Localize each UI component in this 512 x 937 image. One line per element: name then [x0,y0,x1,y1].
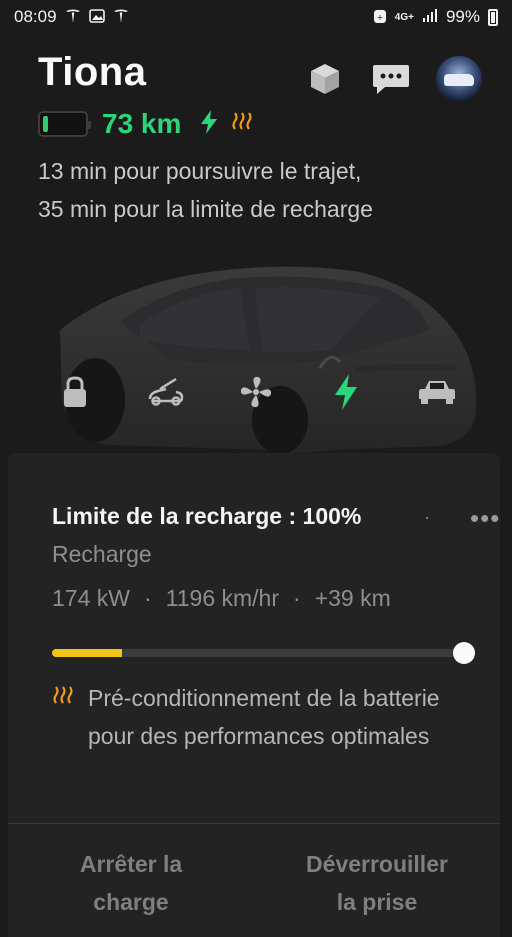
charging-actions: Arrêter la charge Déverrouiller la prise [8,845,500,921]
charge-limit-slider[interactable] [52,642,475,664]
charge-rate: 1196 km/hr [165,585,280,611]
slider-progress [52,649,122,657]
tesla-logo-icon [113,8,129,27]
preconditioning-note: Pré-conditionnement de la batterie pour … [52,679,488,755]
avatar[interactable] [436,56,482,102]
signal-icon [422,8,438,26]
battery-saver-icon: + [373,8,387,27]
range-row: 73 km [38,108,255,140]
eta-line-1: 13 min pour poursuivre le trajet, [38,158,362,184]
charge-bolt-icon[interactable] [324,372,368,412]
unlock-port-button[interactable]: Déverrouiller la prise [254,845,500,921]
lock-icon[interactable] [53,372,97,412]
charging-panel: Limite de la recharge : 100% · ••• Recha… [8,453,500,937]
limit-separator: · [424,507,430,527]
eta-line-2: 35 min pour la limite de recharge [38,196,373,222]
header: Tiona [38,50,482,102]
fan-icon[interactable] [234,372,278,412]
tesla-logo-icon [65,8,81,27]
bolt-icon [199,109,219,140]
charging-status: Recharge [52,541,152,567]
eta-text: 13 min pour poursuivre le trajet, 35 min… [38,152,373,228]
car-image [0,250,512,460]
battery-percent: 99% [445,7,480,26]
battery-heat-icon [52,685,76,755]
charge-limit-label[interactable]: Limite de la recharge : 100% [52,503,361,530]
preconditioning-text: Pré-conditionnement de la batterie pour … [88,685,440,749]
charge-power: 174 kW [52,585,130,611]
more-options-button[interactable]: ••• [470,503,500,534]
svg-text:+: + [376,13,383,22]
slider-thumb[interactable] [453,642,475,664]
car-icon[interactable] [415,372,459,412]
stat-separator: · [143,585,152,611]
range-value: 73 km [102,108,182,139]
range-added: +39 km [314,585,391,611]
frunk-icon[interactable] [144,372,188,412]
chat-icon[interactable] [370,58,412,100]
car-controls [0,372,512,412]
battery-icon [488,8,498,26]
network-type: 4G+ [394,11,414,23]
status-time: 08:09 [14,7,57,26]
stop-charging-button[interactable]: Arrêter la charge [8,845,254,921]
status-bar: 08:09 + 4G+ 99% [0,0,512,34]
stat-separator: · [293,585,301,611]
charging-stats: 174 kW · 1196 km/hr · +39 km [52,585,391,612]
divider [8,823,500,824]
vehicle-battery-icon [38,111,91,137]
gallery-icon [88,8,105,27]
box-icon[interactable] [304,58,346,100]
battery-heat-icon [231,111,255,138]
